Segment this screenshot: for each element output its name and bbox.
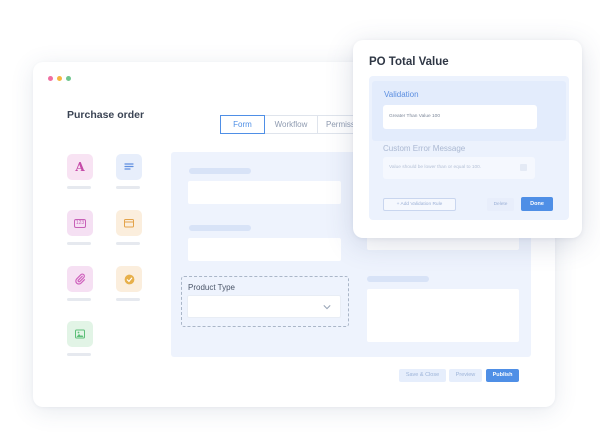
- form-field[interactable]: [188, 181, 341, 204]
- palette-label: [67, 353, 91, 356]
- validation-label: Validation: [384, 90, 419, 99]
- panel-title: PO Total Value: [369, 56, 449, 68]
- palette-item-paragraph[interactable]: [116, 154, 142, 189]
- validation-section: Validation Greater Than Value 100: [372, 81, 566, 141]
- delete-button[interactable]: Delete: [487, 198, 514, 211]
- field-properties-panel: PO Total Value Validation Greater Than V…: [353, 40, 582, 238]
- palette-label: [67, 298, 91, 301]
- custom-error-input[interactable]: Value should be lower than or equal to 1…: [383, 157, 535, 179]
- palette-item-checkbox[interactable]: [116, 266, 142, 301]
- custom-error-text: Value should be lower than or equal to 1…: [389, 165, 482, 170]
- palette-item-attachment[interactable]: [67, 266, 93, 301]
- field-label-placeholder: [189, 225, 251, 231]
- done-button[interactable]: Done: [521, 197, 553, 211]
- add-validation-rule-button[interactable]: + Add Validation Rule: [383, 198, 456, 211]
- custom-error-label: Custom Error Message: [383, 144, 466, 153]
- palette-label: [116, 298, 140, 301]
- validation-rule-input[interactable]: Greater Than Value 100: [383, 105, 537, 129]
- field-label-placeholder: [367, 276, 429, 282]
- paragraph-icon: [116, 154, 142, 180]
- minimize-dot[interactable]: [57, 76, 62, 81]
- number-field-icon: 123: [67, 210, 93, 236]
- checkbox[interactable]: [520, 164, 527, 171]
- window-controls: [48, 76, 71, 81]
- product-type-label: Product Type: [188, 283, 235, 292]
- palette-label: [67, 242, 91, 245]
- maximize-dot[interactable]: [66, 76, 71, 81]
- preview-button[interactable]: Preview: [449, 369, 482, 382]
- field-label-placeholder: [189, 168, 251, 174]
- image-icon: [67, 321, 93, 347]
- page-title: Purchase order: [67, 109, 145, 121]
- product-type-field[interactable]: Product Type: [181, 276, 349, 327]
- close-dot[interactable]: [48, 76, 53, 81]
- tab-workflow[interactable]: Workflow: [265, 115, 318, 134]
- builder-tabs: Form Workflow Permissions: [220, 115, 358, 134]
- tab-form[interactable]: Form: [220, 115, 265, 134]
- palette-item-text[interactable]: A: [67, 154, 93, 189]
- publish-button[interactable]: Publish: [486, 369, 519, 382]
- palette-item-number[interactable]: 123: [67, 210, 93, 245]
- save-close-button[interactable]: Save & Close: [399, 369, 446, 382]
- attachment-icon: [67, 266, 93, 292]
- text-field-icon: A: [67, 154, 93, 180]
- checkmark-icon: [116, 266, 142, 292]
- calendar-icon: [116, 210, 142, 236]
- tab-permissions[interactable]: Permissions: [318, 115, 358, 134]
- palette-label: [116, 186, 140, 189]
- palette-item-date[interactable]: [116, 210, 142, 245]
- palette-label: [67, 186, 91, 189]
- chevron-down-icon: [323, 305, 331, 310]
- palette-item-image[interactable]: [67, 321, 93, 356]
- product-type-select[interactable]: [187, 295, 341, 318]
- form-field[interactable]: [188, 238, 341, 261]
- palette-label: [116, 242, 140, 245]
- form-textarea[interactable]: [367, 289, 519, 342]
